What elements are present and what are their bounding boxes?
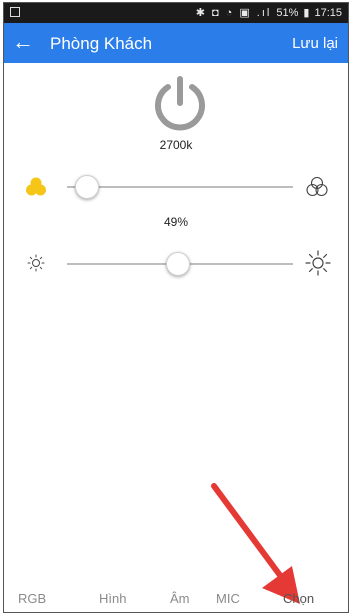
- notification-image-icon: [10, 7, 20, 17]
- battery-percent: 51%: [276, 6, 299, 19]
- tab-hinh[interactable]: Hình: [99, 591, 126, 606]
- color-temperature-slider[interactable]: [67, 175, 293, 199]
- status-icons: ✱ ◘ ◔ ▣ .ıl: [195, 7, 272, 19]
- back-arrow-icon[interactable]: ←: [12, 29, 34, 55]
- rgb-circles-icon: [306, 177, 328, 197]
- app-bar: ← Phòng Khách Lưu lại: [4, 23, 348, 63]
- brightness-slider[interactable]: [67, 252, 293, 276]
- tab-rgb[interactable]: RGB: [18, 591, 46, 606]
- tab-am[interactable]: Âm: [170, 591, 190, 606]
- color-temperature-value: 2700k: [159, 138, 193, 152]
- battery-icon: ▮: [303, 7, 310, 19]
- slider-thumb[interactable]: [75, 175, 99, 199]
- slider-track: [67, 186, 293, 188]
- power-icon[interactable]: [152, 75, 208, 131]
- clock: 17:15: [314, 6, 342, 19]
- status-bar: ✱ ◘ ◔ ▣ .ıl 51% ▮ 17:15: [4, 3, 348, 23]
- tab-chon[interactable]: Chọn: [283, 591, 314, 606]
- brightness-value: 49%: [163, 215, 189, 229]
- slider-thumb[interactable]: [166, 252, 190, 276]
- tab-mic[interactable]: MIC: [216, 591, 240, 606]
- save-button[interactable]: Lưu lại: [292, 35, 338, 52]
- warm-color-icon: [26, 177, 46, 196]
- dim-sun-icon: [27, 254, 45, 272]
- app-screen: ✱ ◘ ◔ ▣ .ıl 51% ▮ 17:15 ← Phòng Khách Lư…: [3, 2, 349, 613]
- bright-sun-icon: [305, 250, 331, 276]
- bottom-tab-bar: RGB Hình Âm MIC Chọn: [4, 586, 348, 612]
- page-title: Phòng Khách: [50, 34, 153, 53]
